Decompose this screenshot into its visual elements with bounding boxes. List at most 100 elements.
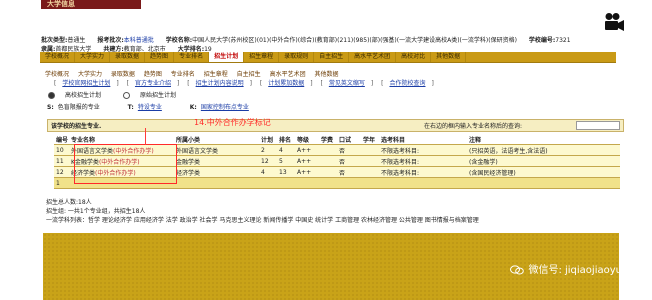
radio-label: 原始招生计划 — [139, 92, 176, 99]
cell-id: 11 — [54, 155, 69, 167]
annotation-highlight-box — [74, 144, 177, 184]
cell-fee — [319, 166, 337, 178]
video-camera-icon[interactable] — [603, 12, 625, 32]
legend: S: 色盲限报的专业 T: 特设专业 K: 国家控制布点专业 — [47, 102, 275, 111]
col-id: 编号 — [54, 134, 69, 145]
col-year: 学年 — [361, 134, 379, 145]
legend-key-s: S: — [47, 104, 54, 111]
name-label: 学校名称: — [165, 37, 193, 44]
wechat-watermark: 微信号: jiqiaojiaoyu — [510, 261, 622, 276]
link-official-plan[interactable]: 学校官网招生计划 — [62, 80, 110, 87]
subnav-trend[interactable]: 趋势图 — [144, 71, 162, 78]
wechat-id: 微信号: jiqiaojiaoyu — [528, 265, 622, 276]
cell-oral: 否 — [337, 144, 361, 156]
cell-plan: 2 — [259, 144, 277, 156]
tab-independent[interactable]: 自主招生 — [314, 52, 350, 62]
legend-key-k: K: — [189, 104, 197, 111]
subnav-major-rank[interactable]: 专业排名 — [171, 71, 195, 78]
plan-type-radios: 高校招生计划 原始招生计划 — [48, 90, 196, 99]
link-partner-query[interactable]: 合作院校查询 — [389, 80, 425, 87]
summary-groups: 招生组: 一共1个专业组，共招生18人 — [46, 208, 146, 215]
major-search-input[interactable] — [576, 121, 620, 130]
tab-other[interactable]: 其他数据 — [431, 52, 467, 62]
subnav-charter[interactable]: 招生章程 — [204, 71, 228, 78]
cell-grade: A++ — [295, 144, 319, 156]
sub-nav: 学校概况 大学实力 录取数据 趋势图 专业排名 招生章程 自主招生 高水平艺术团… — [45, 69, 565, 78]
subnav-art-troupe[interactable]: 高水平艺术团 — [270, 71, 306, 78]
subnav-other[interactable]: 其他数据 — [315, 71, 339, 78]
tab-art-troupe[interactable]: 高水平艺术团 — [349, 52, 397, 62]
cell-year — [361, 155, 379, 167]
legend-link-special[interactable]: 特设专业 — [138, 104, 162, 111]
link-plan-notes[interactable]: 招生计划内容说明 — [196, 80, 244, 87]
search-hint: 在右边的框内输入专业名称后的查询: — [424, 123, 523, 130]
cell-note: (只招英语，法语考生,含法语) — [467, 144, 620, 156]
radio-dot — [122, 92, 130, 99]
cell-rank: 5 — [277, 155, 295, 167]
col-category: 所属小类 — [174, 134, 259, 145]
tab-overview[interactable]: 学校概况 — [40, 52, 76, 62]
cell-fee — [319, 144, 337, 156]
subnav-independent[interactable]: 自主招生 — [237, 71, 261, 78]
link-cumulative[interactable]: 计划累加数据 — [268, 80, 304, 87]
top-banner: 大学信息 — [41, 0, 141, 9]
search-caption: 该学校的招生专业. — [51, 123, 102, 130]
school-name: 中国人民大学(苏州校区)(01)(中外合作)(综合)(教育部)(211)(985… — [192, 37, 517, 44]
link-abbreviations[interactable]: 常见英文缩写 — [329, 80, 365, 87]
cell-rank: 4 — [277, 144, 295, 156]
col-blank — [107, 134, 174, 145]
col-name: 专业名称 — [69, 134, 107, 145]
summary-disciplines: 一流学科列表：哲学 理论经济学 应用经济学 法学 政治学 社会学 马克思主义理论… — [46, 217, 479, 224]
cell-id: 12 — [54, 166, 69, 178]
footer-count: 1 — [54, 177, 69, 189]
cell-oral: 否 — [337, 166, 361, 178]
tab-trend[interactable]: 趋势图 — [145, 52, 175, 62]
cell-rank: 13 — [277, 166, 295, 178]
legend-key-t: T: — [127, 104, 134, 111]
subnav-overview[interactable]: 学校概况 — [45, 71, 69, 78]
tab-major-rank[interactable]: 专业排名 — [174, 52, 210, 62]
link-major-intro[interactable]: 官方专业介绍 — [135, 80, 171, 87]
cell-note: (含国民经济管理) — [467, 166, 620, 178]
cell-fee — [319, 155, 337, 167]
cell-grade: A++ — [295, 155, 319, 167]
cell-subjects: 不限选考科目: — [379, 155, 467, 167]
cell-subjects: 不限选考科目: — [379, 166, 467, 178]
radio-dot — [48, 92, 55, 99]
tab-rules[interactable]: 录取规则 — [279, 52, 315, 62]
plan-value: 本科普通批 — [123, 37, 154, 44]
cell-year — [361, 144, 379, 156]
school-code: 7321 — [555, 37, 571, 44]
tab-charter[interactable]: 招生章程 — [244, 52, 280, 62]
major-search-bar: 该学校的招生专业. 在右边的框内输入专业名称后的查询: — [47, 119, 624, 132]
radio-school-plan[interactable]: 高校招生计划 — [48, 92, 111, 99]
code-label: 学校编号: — [528, 37, 556, 44]
school-info-row: 批次类型:普通生 报考批次:本科普通批 学校名称:中国人民大学(苏州校区)(01… — [41, 35, 581, 44]
radio-original-plan[interactable]: 原始招生计划 — [122, 92, 186, 99]
tab-enroll-plan[interactable]: 招生计划 — [209, 52, 245, 62]
legend-link-controlled[interactable]: 国家控制布点专业 — [201, 104, 249, 111]
cell-oral: 否 — [337, 155, 361, 167]
annotation-pointer — [145, 128, 146, 145]
cell-id: 10 — [54, 144, 69, 156]
info-links: [学校官网招生计划] [官方专业介绍] [招生计划内容说明] [计划累加数据] … — [54, 80, 434, 87]
summary-total: 招生总人数:18人 — [46, 199, 92, 206]
subnav-admission[interactable]: 录取数据 — [111, 71, 135, 78]
wechat-icon — [510, 265, 525, 275]
batch-label: 批次类型: — [41, 37, 68, 44]
tab-compare[interactable]: 高校对比 — [396, 52, 432, 62]
cell-year — [361, 166, 379, 178]
cell-category: 外国语言文学类 — [174, 144, 259, 156]
summary: 招生总人数:18人 招生组: 一共1个专业组，共招生18人 一流学科列表：哲学 … — [46, 198, 479, 225]
tab-admission[interactable]: 录取数据 — [110, 52, 146, 62]
subnav-strength[interactable]: 大学实力 — [78, 71, 102, 78]
cell-note: (含金融学) — [467, 155, 620, 167]
cell-subjects: 不限选考科目: — [379, 144, 467, 156]
radio-label: 高校招生计划 — [65, 92, 102, 99]
main-tabs: 学校概况 大学实力 录取数据 趋势图 专业排名 招生计划 招生章程 录取规则 自… — [40, 52, 616, 63]
tab-strength[interactable]: 大学实力 — [75, 52, 111, 62]
col-oral: 口试 — [337, 134, 361, 145]
annotation-label: 14.中外合作办学标记 — [194, 118, 271, 127]
col-note: 注释 — [467, 134, 620, 145]
cell-plan: 4 — [259, 166, 277, 178]
